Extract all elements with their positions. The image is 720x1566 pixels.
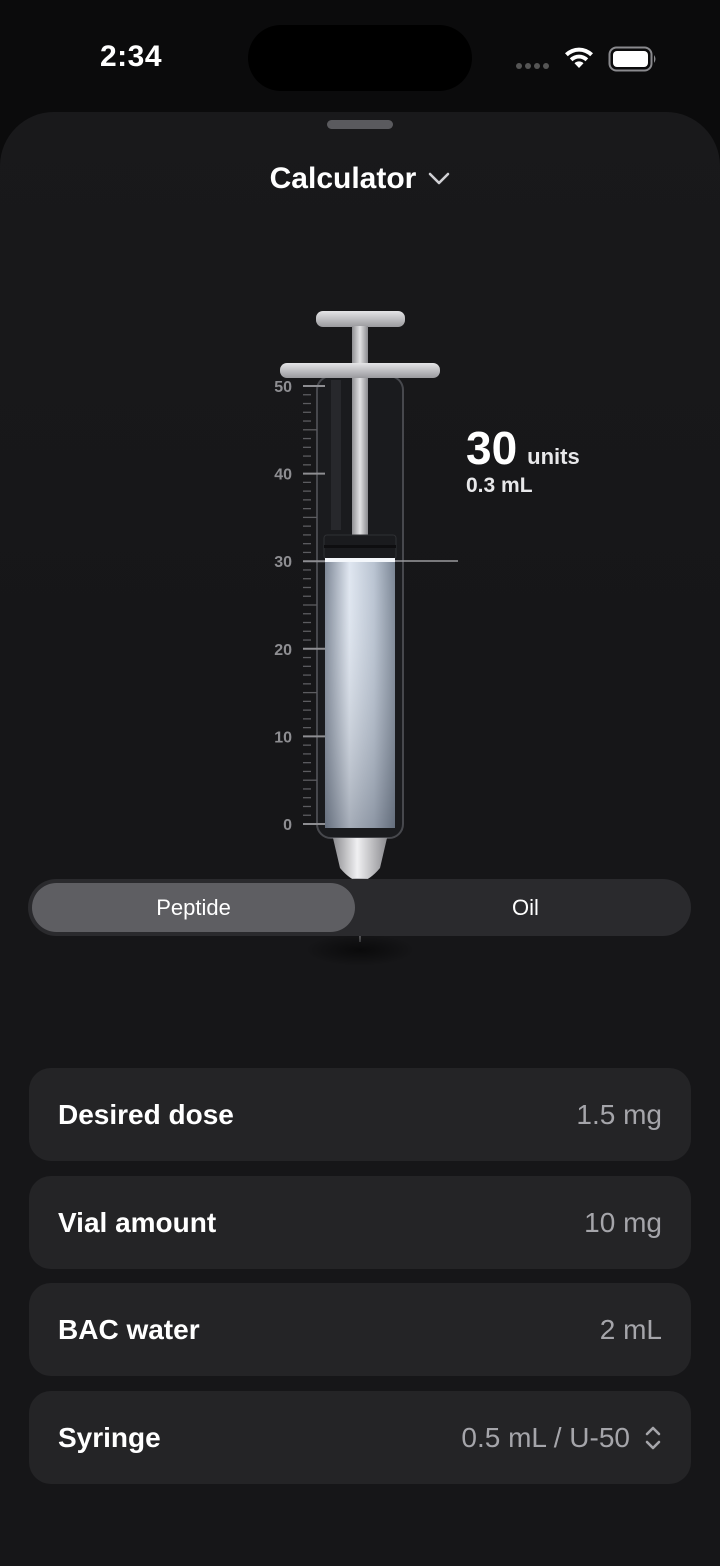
dose-ml-value: 0.3 mL: [466, 474, 533, 497]
needle-hub: [333, 838, 387, 882]
row-label: Vial amount: [58, 1206, 217, 1238]
dose-units-value: 30: [466, 422, 518, 474]
desired-dose-row[interactable]: Desired dose 1.5 mg: [29, 1068, 691, 1161]
bac-water-row[interactable]: BAC water 2 mL: [29, 1283, 691, 1376]
scale-label: 0: [283, 817, 292, 834]
row-label: Syringe: [58, 1421, 161, 1453]
segment-oil[interactable]: Oil: [364, 883, 687, 932]
syringe-row[interactable]: Syringe 0.5 mL / U-50: [29, 1391, 691, 1484]
row-label: BAC water: [58, 1313, 200, 1345]
plunger-thumb-rest: [316, 311, 405, 327]
dose-units-label: units: [527, 444, 580, 469]
vial-amount-value[interactable]: 10 mg: [584, 1207, 662, 1239]
chevron-up-down-icon: [645, 1426, 661, 1449]
mode-segmented-control: Peptide Oil: [28, 879, 691, 936]
scale-label: 20: [274, 642, 292, 659]
syringe-value: 0.5 mL / U-50: [461, 1421, 630, 1453]
scale-label: 10: [274, 729, 292, 746]
scale-label: 30: [274, 554, 292, 571]
bac-water-value[interactable]: 2 mL: [600, 1314, 662, 1346]
dose-reading: 30 units 0.3 mL: [466, 424, 580, 498]
vial-amount-row[interactable]: Vial amount 10 mg: [29, 1176, 691, 1269]
row-label: Desired dose: [58, 1098, 234, 1130]
syringe-picker[interactable]: 0.5 mL / U-50: [461, 1422, 662, 1454]
finger-flange: [280, 363, 440, 378]
segment-peptide[interactable]: Peptide: [32, 883, 355, 932]
scale-label: 40: [274, 467, 292, 484]
syringe-illustration: 50 40 30 20 10 0: [274, 311, 458, 966]
desired-dose-value[interactable]: 1.5 mg: [576, 1099, 662, 1131]
scale-label: 50: [274, 379, 292, 396]
